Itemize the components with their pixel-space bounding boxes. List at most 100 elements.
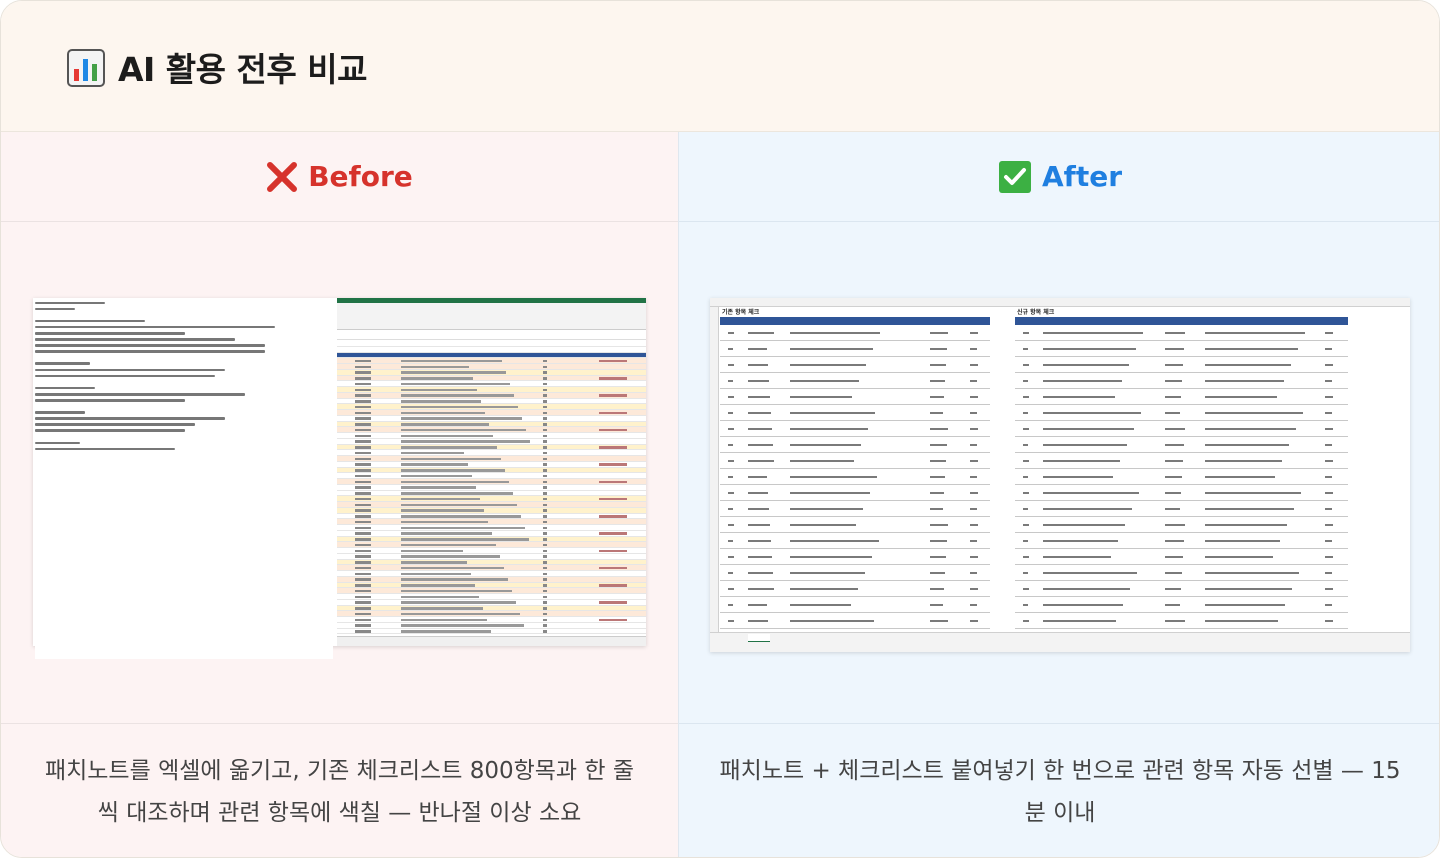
new-items-title: 신규 항목 체크 [1017, 309, 1055, 316]
text-line [35, 586, 333, 592]
text-line [35, 427, 333, 434]
table-row [1015, 341, 1348, 357]
text-line [35, 495, 333, 501]
cross-mark-icon [267, 161, 298, 192]
text-line [35, 458, 333, 465]
text-line [35, 336, 333, 343]
existing-items-rows [720, 325, 990, 629]
table-row [720, 389, 990, 405]
table-row [720, 421, 990, 437]
table-row [1015, 373, 1348, 389]
table-row [720, 325, 990, 341]
text-line [35, 507, 333, 513]
table-row [1015, 325, 1348, 341]
text-line [35, 531, 333, 538]
text-line [35, 397, 333, 404]
sheet-tab[interactable] [748, 634, 770, 642]
existing-items-title: 기존 항목 체크 [722, 309, 760, 316]
table-row [1015, 517, 1348, 533]
text-line [35, 543, 333, 550]
text-line [35, 641, 333, 647]
text-line [35, 354, 333, 361]
table-row [720, 437, 990, 453]
after-heading: After [679, 132, 1439, 222]
text-line [35, 622, 333, 629]
text-line [35, 391, 333, 397]
table-row [720, 565, 990, 581]
table-row [720, 341, 990, 357]
table-row [720, 405, 990, 421]
text-line [35, 446, 333, 452]
text-line [35, 592, 333, 599]
table-row [720, 597, 990, 613]
text-line [35, 629, 333, 635]
text-line [35, 653, 333, 660]
text-line [35, 470, 333, 477]
table-row [720, 485, 990, 501]
table-row [1015, 565, 1348, 581]
table-row [720, 373, 990, 389]
before-heading: Before [1, 132, 678, 222]
table-row [720, 533, 990, 549]
table-row [720, 357, 990, 373]
table-row [720, 581, 990, 597]
text-line [35, 434, 333, 440]
table-row [1015, 437, 1348, 453]
page-title: AI 활용 전후 비교 [118, 50, 367, 89]
new-items-table: 신규 항목 체크 [1015, 308, 1348, 629]
text-line [35, 537, 333, 544]
text-line [35, 300, 333, 306]
text-line [35, 312, 333, 318]
text-line [35, 360, 333, 367]
excel-window-before [337, 298, 646, 646]
text-line [35, 385, 333, 391]
bar-chart-icon [67, 49, 105, 87]
comparison-card: AI 활용 전후 비교 Before 패치노트를 엑셀에 옮기고, 기존 체크리… [0, 0, 1440, 858]
text-line [35, 501, 333, 507]
check-mark-icon [998, 160, 1031, 193]
table-row [1015, 469, 1348, 485]
row-header-bar [710, 307, 719, 632]
column-header-bar [710, 298, 1410, 307]
before-caption: 패치노트를 엑셀에 옮기고, 기존 체크리스트 800항목과 한 줄씩 대조하며… [44, 757, 635, 826]
text-line [35, 403, 333, 410]
table-row [720, 453, 990, 469]
table-row [1015, 501, 1348, 517]
text-line [35, 330, 333, 337]
text-line [35, 464, 333, 471]
table-header [720, 317, 990, 325]
before-caption-box: 패치노트를 엑셀에 옮기고, 기존 체크리스트 800항목과 한 줄씩 대조하며… [1, 723, 678, 857]
table-row [1015, 357, 1348, 373]
text-line [35, 409, 333, 416]
text-line [35, 513, 333, 519]
table-row [720, 517, 990, 533]
table-row [1015, 485, 1348, 501]
sheet-tabs [337, 636, 646, 646]
table-row [1015, 453, 1348, 469]
notepad-window [33, 298, 335, 660]
new-items-rows [1015, 325, 1348, 629]
text-line [35, 476, 333, 483]
text-line [35, 306, 333, 312]
table-row [1015, 533, 1348, 549]
text-line [35, 367, 333, 373]
text-line [35, 379, 333, 385]
text-line [35, 318, 333, 324]
text-line [35, 647, 333, 653]
text-line [35, 324, 333, 330]
after-column: After 기존 항목 체크 신규 항목 체크 패치노트 + 체크리스트 붙여넣… [678, 132, 1439, 857]
text-line [35, 488, 333, 495]
after-caption-box: 패치노트 + 체크리스트 붙여넣기 한 번으로 관련 항목 자동 선별 — 15… [679, 723, 1439, 857]
text-line [35, 568, 333, 574]
before-screenshot [33, 298, 646, 660]
table-row [720, 501, 990, 517]
text-line [35, 616, 333, 623]
table-row [1015, 421, 1348, 437]
table-row [1015, 581, 1348, 597]
text-line [35, 580, 333, 586]
text-line [35, 482, 333, 489]
text-line [35, 549, 333, 556]
text-line [35, 574, 333, 580]
text-line [35, 415, 333, 422]
card-header: AI 활용 전후 비교 [1, 1, 1439, 132]
